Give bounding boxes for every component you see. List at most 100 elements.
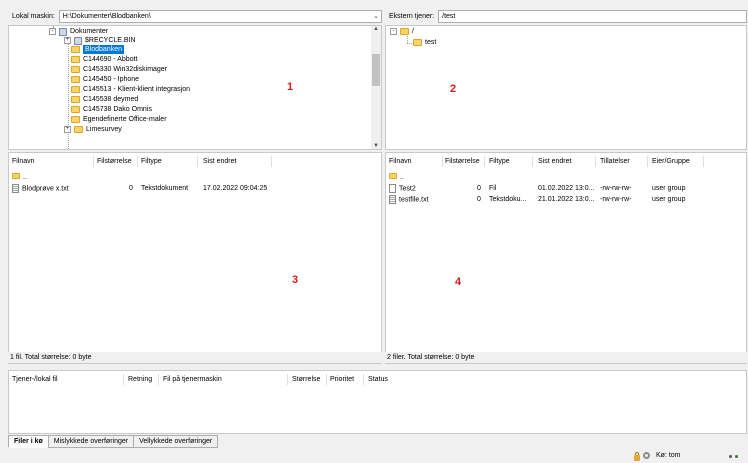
column-header-type[interactable]: Filtype: [489, 155, 510, 168]
scroll-up-icon[interactable]: ▲: [371, 26, 381, 32]
tree-item-label: Dokumenter: [70, 28, 109, 35]
file-size: 0: [129, 185, 133, 192]
file-type: Tekstdokument: [141, 185, 189, 192]
list-item-parent[interactable]: ..: [12, 173, 27, 183]
column-header-remote-file[interactable]: Fil på tjenermaskin: [163, 373, 222, 386]
remote-path-value: /test: [442, 13, 456, 20]
tree-item-root[interactable]: - /: [390, 27, 414, 36]
folder-icon: [71, 106, 80, 113]
tree-item-recycle-bin[interactable]: + $RECYCLE.BIN: [64, 36, 136, 45]
status-indicator-icon: [735, 455, 738, 458]
tree-item-test[interactable]: test: [413, 38, 436, 47]
remote-file-list-pane[interactable]: ^ Filnavn Filstørrelse Filtype Sist endr…: [385, 152, 747, 364]
remote-status-bar: 2 filer. Total størrelse: 0 byte: [385, 352, 747, 363]
chevron-down-icon[interactable]: ⌄: [373, 11, 379, 22]
column-header-priority[interactable]: Prioritet: [330, 373, 354, 386]
column-header-permissions[interactable]: Tillatelser: [600, 155, 630, 168]
queue-status: Kø: tom: [656, 452, 681, 459]
column-header-size[interactable]: Filstørrelse: [445, 155, 480, 168]
file-name: Blodprøve x.txt: [22, 185, 69, 193]
bottom-status-bar: Kø: tom: [0, 449, 748, 463]
tree-item[interactable]: C145538 deymed: [71, 95, 138, 104]
status-indicator-icon: [729, 455, 732, 458]
tab-successful-transfers[interactable]: Vellykkede overføringer: [133, 435, 219, 448]
lock-icon: [634, 452, 640, 461]
column-header-filename[interactable]: Filnavn: [389, 155, 412, 168]
file-name: Test2: [399, 185, 416, 193]
tab-failed-transfers[interactable]: Mislykkede overføringer: [47, 435, 135, 448]
queue-tabs: Filer i kø Mislykkede overføringer Velly…: [8, 435, 219, 448]
text-file-icon: [12, 184, 19, 193]
collapse-icon[interactable]: -: [390, 28, 397, 35]
scrollbar-thumb[interactable]: [372, 54, 380, 86]
local-path-input[interactable]: H:\Dokumenter\Blodbanken\ ⌄: [58, 10, 382, 23]
annotation-1: 1: [287, 81, 294, 93]
transfer-queue-pane[interactable]: Tjener-/lokal fil Retning Fil på tjenerm…: [8, 370, 747, 434]
tree-item-label: C145738 Dako Omnis: [83, 106, 152, 113]
column-header-direction[interactable]: Retning: [128, 373, 152, 386]
local-file-list-pane[interactable]: ^ Filnavn Filstørrelse Filtype Sist endr…: [8, 152, 382, 364]
tree-item[interactable]: Egendefinerte Office-maler: [71, 115, 167, 124]
tree-item-blodbanken[interactable]: Blodbanken: [71, 45, 124, 54]
tree-item-label: test: [425, 39, 437, 46]
tree-item[interactable]: C145513 - Klient-klient integrasjon: [71, 85, 190, 94]
tree-item-label: $RECYCLE.BIN: [85, 37, 136, 44]
column-header-modified[interactable]: Sist endret: [538, 155, 571, 168]
file-icon: [389, 184, 396, 193]
file-owner: user group: [652, 185, 686, 192]
folder-icon: [71, 76, 80, 83]
annotation-4: 4: [455, 276, 462, 288]
table-row[interactable]: testfile.txt: [389, 195, 429, 205]
column-header-modified[interactable]: Sist endret: [203, 155, 236, 168]
tree-item-documents[interactable]: - Dokumenter: [49, 27, 108, 36]
tree-item-label: C145330 Win32diskimager: [83, 66, 168, 73]
tree-item[interactable]: C145738 Dako Omnis: [71, 105, 152, 114]
file-name: ..: [23, 174, 27, 181]
tree-item-label: Egendefinerte Office-maler: [83, 116, 167, 123]
folder-icon: [71, 116, 80, 123]
local-tree-scrollbar[interactable]: ▲ ▼: [371, 26, 381, 149]
folder-icon: [71, 56, 80, 63]
tab-queued-files[interactable]: Filer i kø: [8, 435, 49, 448]
column-header-status[interactable]: Status: [368, 373, 388, 386]
remote-pathbar: Ekstern tjener: /test: [385, 9, 747, 24]
tree-item-label: C145538 deymed: [83, 96, 139, 103]
local-pathbar: Lokal maskin: H:\Dokumenter\Blodbanken\ …: [8, 9, 382, 24]
folder-icon: [12, 173, 20, 179]
tree-item-limesurvey[interactable]: + Limesurvey: [64, 125, 122, 134]
column-header-filename[interactable]: Filnavn: [12, 155, 35, 168]
tree-item[interactable]: C145450 - Iphone: [71, 75, 139, 84]
text-file-icon: [389, 195, 396, 204]
table-row[interactable]: Blodprøve x.txt: [12, 184, 69, 194]
tree-item[interactable]: C145330 Win32diskimager: [71, 65, 167, 74]
column-header-size[interactable]: Størrelse: [292, 373, 320, 386]
folder-icon: [71, 86, 80, 93]
column-header-local-file[interactable]: Tjener-/lokal fil: [12, 373, 58, 386]
file-modified: 01.02.2022 13:0...: [538, 185, 595, 192]
tree-item-label: C145450 - Iphone: [83, 76, 140, 83]
remote-tree-pane[interactable]: - / test 2: [385, 25, 747, 150]
tree-item[interactable]: C144690 - Abbott: [71, 55, 138, 64]
local-status-bar: 1 fil. Total størrelse: 0 byte: [8, 352, 382, 363]
sort-ascending-icon: ^: [47, 152, 50, 157]
folder-icon: [413, 39, 422, 46]
tree-item-label: /: [412, 28, 414, 35]
folder-icon: [71, 66, 80, 73]
table-row[interactable]: Test2: [389, 184, 416, 194]
column-header-type[interactable]: Filtype: [141, 155, 162, 168]
expand-icon[interactable]: +: [64, 126, 71, 133]
annotation-2: 2: [450, 83, 457, 95]
folder-icon: [71, 96, 80, 103]
folder-icon: [74, 126, 83, 133]
scroll-down-icon[interactable]: ▼: [371, 143, 381, 149]
file-name: testfile.txt: [399, 196, 429, 204]
column-header-size[interactable]: Filstørrelse: [97, 155, 132, 168]
expand-icon[interactable]: +: [64, 37, 71, 44]
local-tree-pane[interactable]: - Dokumenter + $RECYCLE.BIN Blodbanken C…: [8, 25, 382, 150]
file-type: Tekstdoku...: [489, 196, 527, 203]
file-size: 0: [477, 196, 481, 203]
remote-path-input[interactable]: /test: [438, 10, 747, 23]
collapse-icon[interactable]: -: [49, 28, 56, 35]
column-header-owner[interactable]: Eier/Gruppe: [652, 155, 690, 168]
list-item-parent[interactable]: ..: [389, 173, 404, 183]
